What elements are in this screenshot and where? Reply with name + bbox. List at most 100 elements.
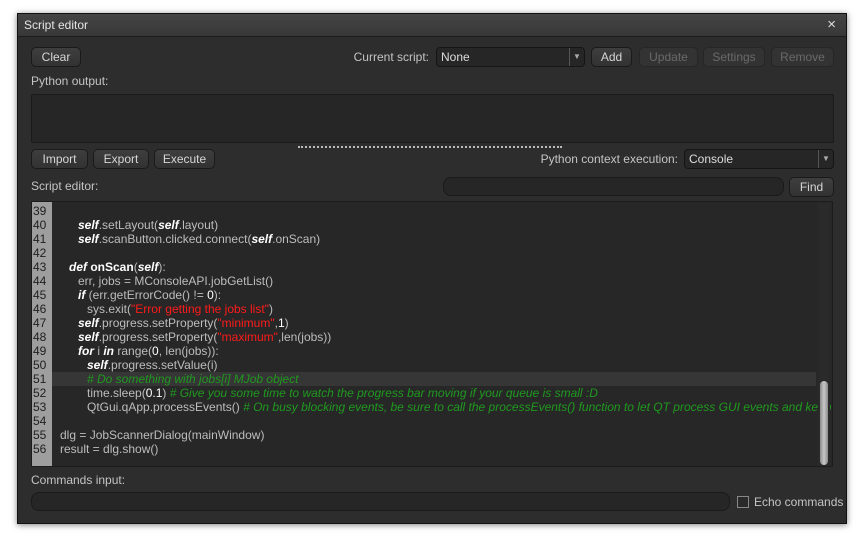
code-line[interactable]: time.sleep(0.1) # Give you some time to … <box>52 386 816 400</box>
code-line[interactable]: QtGui.qApp.processEvents() # On busy blo… <box>52 400 831 414</box>
code-token: .setLayout( <box>98 218 159 232</box>
code-token: onScan <box>87 260 134 274</box>
code-line[interactable]: def onScan(self): <box>52 260 816 274</box>
update-button[interactable]: Update <box>639 47 698 67</box>
code-line[interactable]: dlg = JobScannerDialog(mainWindow) <box>52 428 816 442</box>
code-token: ) <box>162 386 170 400</box>
code-token: time.sleep( <box>87 386 146 400</box>
clear-button[interactable]: Clear <box>31 47 81 67</box>
code-token: .progress.setProperty( <box>98 330 218 344</box>
line-number: 54 <box>33 414 47 428</box>
code-token: ,len(jobs)) <box>277 330 332 344</box>
line-number: 48 <box>33 330 47 344</box>
code-token: "Error getting the jobs list" <box>131 302 269 316</box>
commands-input[interactable] <box>31 492 730 511</box>
commands-input-label: Commands input: <box>31 473 126 487</box>
code-token: ) <box>284 316 289 330</box>
code-line[interactable]: self.progress.setValue(i) <box>52 358 816 372</box>
settings-button[interactable]: Settings <box>703 47 765 67</box>
title-bar: Script editor × <box>18 14 846 37</box>
chevron-down-icon[interactable]: ▼ <box>818 150 833 168</box>
scrollbar-thumb[interactable] <box>820 381 828 465</box>
line-number: 46 <box>33 302 47 316</box>
code-token: 0 <box>207 288 214 302</box>
code-token: self <box>78 232 99 246</box>
code-token: (err.getErrorCode() != <box>85 288 208 302</box>
line-number: 47 <box>33 316 47 330</box>
code-token: .scanButton.clicked.connect( <box>98 232 252 246</box>
line-number: 55 <box>33 428 47 442</box>
code-token: in <box>103 344 115 358</box>
code-line[interactable] <box>52 246 816 260</box>
code-line[interactable]: for i in range(0, len(jobs)): <box>52 344 816 358</box>
code-line[interactable]: if (err.getErrorCode() != 0): <box>52 288 816 302</box>
code-token: self <box>78 218 99 232</box>
context-execution-label: Python context execution: <box>540 152 678 166</box>
line-number: 43 <box>33 260 47 274</box>
code-line[interactable]: self.setLayout(self.layout) <box>52 218 816 232</box>
code-token: i <box>94 344 104 358</box>
vertical-scrollbar[interactable] <box>818 202 830 466</box>
code-line[interactable]: self.scanButton.clicked.connect(self.onS… <box>52 232 816 246</box>
code-line[interactable]: self.progress.setProperty("minimum",1) <box>52 316 816 330</box>
execute-button[interactable]: Execute <box>154 149 215 169</box>
remove-button[interactable]: Remove <box>771 47 834 67</box>
code-line[interactable]: sys.exit("Error getting the jobs list") <box>52 302 816 316</box>
search-input[interactable] <box>443 177 784 196</box>
echo-commands-checkbox[interactable] <box>737 496 749 508</box>
code-token: self <box>137 260 159 274</box>
line-number: 39 <box>33 204 47 218</box>
window-title: Script editor <box>24 18 89 32</box>
code-token: # Do something with jobs[i] MJob object <box>87 372 299 386</box>
code-token: self <box>251 232 273 246</box>
code-line[interactable]: self.progress.setProperty("maximum",len(… <box>52 330 816 344</box>
code-token: .onScan) <box>272 232 321 246</box>
code-token: # On busy blocking events, be sure to ca… <box>243 400 831 414</box>
python-output-area[interactable] <box>31 94 834 143</box>
code-token: range( <box>114 344 153 358</box>
line-number: 56 <box>33 442 47 456</box>
code-token: 0.1 <box>145 386 163 400</box>
line-number: 52 <box>33 386 47 400</box>
code-line[interactable]: err, jobs = MConsoleAPI.jobGetList() <box>52 274 816 288</box>
context-execution-select[interactable]: Console ▼ <box>684 149 834 169</box>
current-script-value: None <box>441 50 470 64</box>
export-button[interactable]: Export <box>93 149 149 169</box>
code-token: , len(jobs)): <box>158 344 219 358</box>
import-button[interactable]: Import <box>31 149 88 169</box>
code-token: "minimum" <box>217 316 275 330</box>
script-editor-label: Script editor: <box>31 179 99 193</box>
echo-commands-label: Echo commands <box>754 495 844 509</box>
find-button[interactable]: Find <box>789 177 834 197</box>
code-token: .layout) <box>178 218 219 232</box>
line-number: 41 <box>33 232 47 246</box>
code-token: for <box>78 344 94 358</box>
code-line[interactable] <box>52 204 816 218</box>
code-token: sys.exit( <box>87 302 132 316</box>
current-script-label: Current script: <box>353 50 429 64</box>
add-button[interactable]: Add <box>591 47 632 67</box>
code-token: .progress.setProperty( <box>98 316 218 330</box>
code-line-current[interactable]: # Do something with jobs[i] MJob object <box>52 372 816 386</box>
current-script-select[interactable]: None ▼ <box>436 47 585 67</box>
line-number: 44 <box>33 274 47 288</box>
code-token: self <box>87 358 108 372</box>
code-token: def <box>69 260 87 274</box>
code-token: err, jobs = MConsoleAPI.jobGetList() <box>78 274 274 288</box>
code-editor[interactable]: 39 40 41 42 43 44 45 46 47 48 49 50 51 52 53 54 55 56 sel… <box>31 201 833 467</box>
code-line[interactable]: result = dlg.show() <box>52 442 816 456</box>
splitter-handle[interactable] <box>298 146 562 148</box>
line-number: 50 <box>33 358 47 372</box>
chevron-down-icon[interactable]: ▼ <box>569 48 584 66</box>
code-token: 1 <box>277 316 285 330</box>
code-line[interactable] <box>52 414 816 428</box>
code-token: dlg = JobScannerDialog(mainWindow) <box>60 428 265 442</box>
line-number: 40 <box>33 218 47 232</box>
code-token: self <box>78 316 99 330</box>
code-token: self <box>78 330 99 344</box>
code-token: ) <box>268 302 273 316</box>
line-number: 53 <box>33 400 47 414</box>
code-token: 0 <box>152 344 159 358</box>
line-number: 45 <box>33 288 47 302</box>
close-icon[interactable]: × <box>827 16 836 33</box>
